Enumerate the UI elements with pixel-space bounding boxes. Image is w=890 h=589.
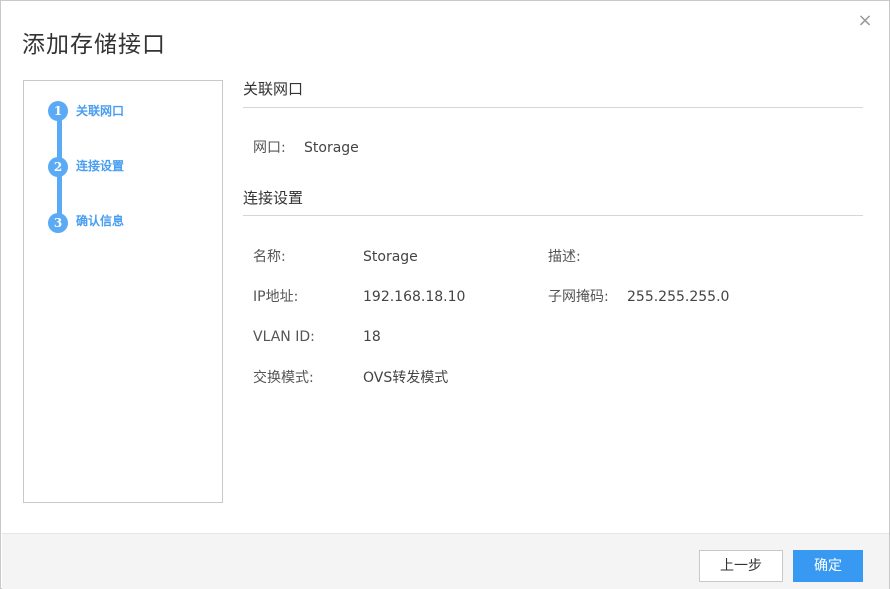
close-icon[interactable]: × <box>857 12 873 30</box>
port-value: Storage <box>304 140 359 156</box>
add-storage-interface-dialog: 添加存储接口 × 1 关联网口 2 连接设置 3 确认信息 关联网口 网口: S… <box>0 0 890 589</box>
subnet-mask-value: 255.255.255.0 <box>627 289 730 305</box>
step-1-number: 1 <box>48 101 68 121</box>
section-title-port: 关联网口 <box>243 80 304 98</box>
step-3-number: 3 <box>48 213 68 233</box>
ip-address-label: IP地址: <box>253 289 299 305</box>
name-value: Storage <box>363 249 418 265</box>
confirm-button[interactable]: 确定 <box>793 550 863 582</box>
description-label: 描述: <box>548 249 581 265</box>
dialog-title: 添加存储接口 <box>22 32 166 58</box>
section-title-connection: 连接设置 <box>243 189 304 207</box>
previous-step-button[interactable]: 上一步 <box>699 550 783 582</box>
step-2-number: 2 <box>48 157 68 177</box>
vlan-id-value: 18 <box>363 329 381 345</box>
step-2-label: 连接设置 <box>76 159 125 173</box>
ip-address-value: 192.168.18.10 <box>363 289 466 305</box>
vlan-id-label: VLAN ID: <box>253 329 315 345</box>
step-1-label: 关联网口 <box>76 104 125 118</box>
dialog-footer: 上一步 确定 <box>2 533 889 589</box>
section-divider-port <box>243 107 863 108</box>
switch-mode-value: OVS转发模式 <box>363 370 449 386</box>
subnet-mask-label: 子网掩码: <box>548 289 609 305</box>
port-label: 网口: <box>253 140 286 156</box>
section-divider-connection <box>243 215 863 216</box>
name-label: 名称: <box>253 249 286 265</box>
switch-mode-label: 交换模式: <box>253 370 314 386</box>
wizard-steps-panel: 1 关联网口 2 连接设置 3 确认信息 <box>23 80 223 503</box>
step-3-label: 确认信息 <box>76 214 125 228</box>
